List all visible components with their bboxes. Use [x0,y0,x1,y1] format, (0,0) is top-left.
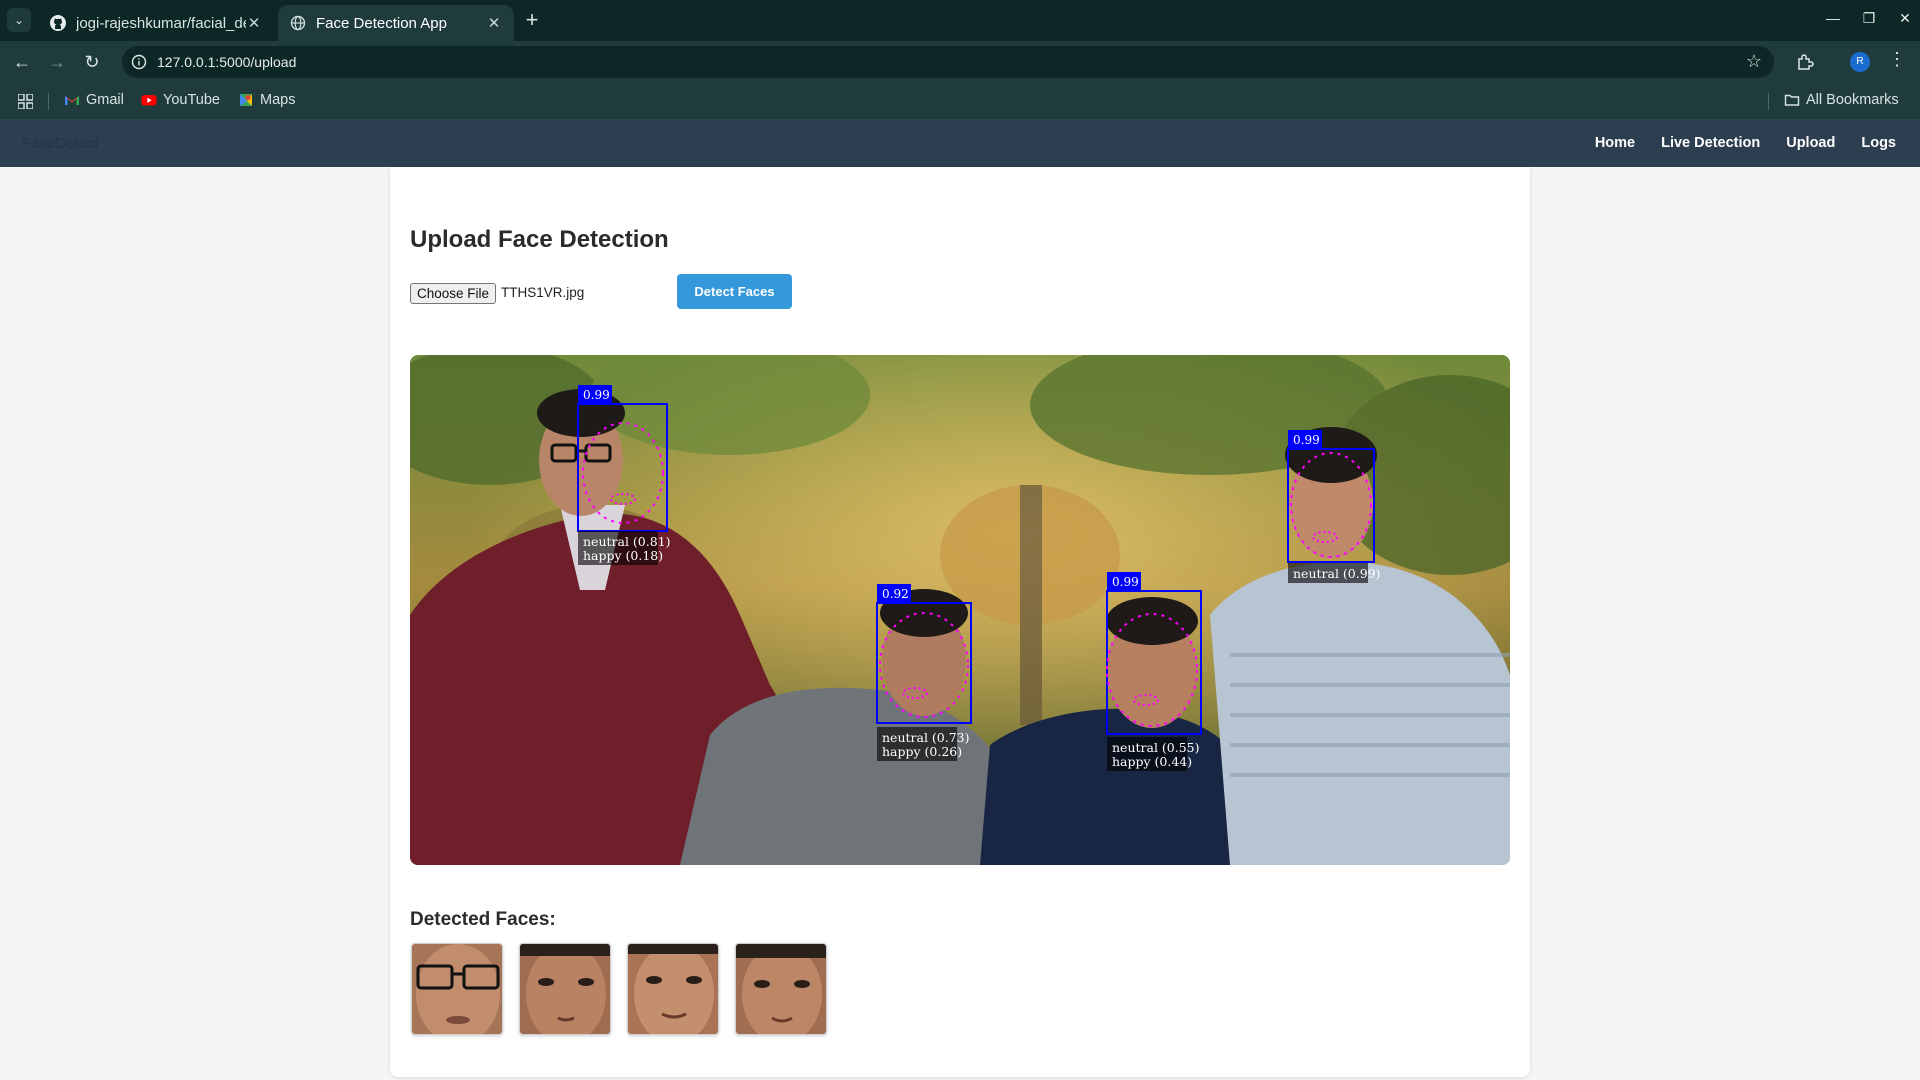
nav-live-detection-link[interactable]: Live Detection [1661,135,1760,151]
url-text: 127.0.0.1:5000/upload [157,54,297,70]
tab-close-icon[interactable]: ✕ [246,14,262,32]
emotion-label: neutral (0.73) [882,730,970,745]
bookmark-label: YouTube [163,92,220,108]
browser-tab-strip: ⌄ jogi-rajeshkumar/facial_detection ✕ Fa… [0,0,1920,41]
detected-faces-heading: Detected Faces: [410,909,556,930]
gmail-icon [65,96,79,105]
detected-faces-thumbnails [411,943,827,1035]
browser-toolbar: ← → ↻ 127.0.0.1:5000/upload ☆ R ⋮ [0,41,1920,83]
face-thumbnail[interactable] [519,943,611,1035]
maps-icon [240,94,252,106]
bookmark-star-icon[interactable]: ☆ [1746,51,1762,72]
face-thumbnail-image [520,944,610,1034]
bookmark-youtube[interactable]: YouTube [141,92,220,108]
face-thumbnail[interactable] [735,943,827,1035]
youtube-icon [141,95,157,106]
nav-links: Home Live Detection Upload Logs [1595,135,1896,151]
bookmarks-bar: Gmail YouTube Maps All Bookmarks [0,83,1920,120]
detection-score-4: 0.99 [1293,433,1320,447]
restore-icon[interactable]: ❐ [1862,10,1876,27]
globe-icon [290,15,306,31]
bookmarks-separator [1768,93,1769,110]
tab-title: Face Detection App [316,14,447,32]
detection-score-2: 0.92 [882,587,909,601]
emotion-label: happy (0.26) [882,744,962,759]
bookmark-label: Maps [260,92,296,108]
all-bookmarks[interactable]: All Bookmarks [1784,92,1899,108]
browser-tab-face-detection[interactable]: Face Detection App ✕ [278,5,514,41]
profile-avatar[interactable]: R [1850,52,1870,72]
window-controls: — ❐ ✕ [1826,10,1912,27]
page-title: Upload Face Detection [410,226,669,253]
extensions-puzzle-icon[interactable] [1796,53,1814,71]
face-thumbnail[interactable] [411,943,503,1035]
browser-tab-github[interactable]: jogi-rajeshkumar/facial_detection ✕ [38,5,274,41]
emotion-label: neutral (0.99) [1293,566,1381,581]
minimize-icon[interactable]: — [1826,10,1840,27]
forward-arrow-icon[interactable]: → [45,50,69,74]
tab-close-icon[interactable]: ✕ [486,14,502,32]
choose-file-button[interactable]: Choose File [410,283,497,304]
person-4-body [1210,561,1510,865]
back-arrow-icon[interactable]: ← [10,50,34,74]
github-icon [50,15,66,31]
detection-result-canvas: 0.99 neutral (0.81) happy (0.18) 0.92 ne… [410,355,1510,865]
detection-result-image: 0.99 neutral (0.81) happy (0.18) 0.92 ne… [410,355,1510,865]
emotion-label: neutral (0.81) [583,534,671,549]
bookmark-gmail[interactable]: Gmail [64,92,124,108]
browser-menu-icon[interactable]: ⋮ [1888,49,1906,70]
face-thumbnail-image [736,944,826,1034]
detect-faces-button[interactable]: Detect Faces [677,274,792,309]
new-tab-plus-icon[interactable]: + [520,9,544,33]
emotion-label: neutral (0.55) [1112,740,1200,755]
face-thumbnail-image [412,944,502,1034]
nav-upload-link[interactable]: Upload [1786,135,1835,151]
address-bar[interactable]: 127.0.0.1:5000/upload ☆ [122,46,1774,78]
all-bookmarks-label: All Bookmarks [1806,92,1899,108]
reload-icon[interactable]: ↻ [80,50,104,74]
tab-title: jogi-rajeshkumar/facial_detection [76,14,246,32]
face-thumbnail-image [628,944,718,1034]
app-navbar: FaceDetect Home Live Detection Upload Lo… [0,120,1920,167]
face-thumbnail[interactable] [627,943,719,1035]
tab-search-chevron-icon[interactable]: ⌄ [7,8,31,32]
brand-logo[interactable]: FaceDetect [22,135,99,152]
detection-score-3: 0.99 [1112,575,1139,589]
apps-grid-icon[interactable] [18,94,33,109]
upload-card: Upload Face Detection Choose File TTHS1V… [390,167,1530,1077]
folder-icon [1784,94,1800,106]
bookmark-maps[interactable]: Maps [238,92,295,108]
nav-home-link[interactable]: Home [1595,135,1635,151]
site-info-icon[interactable] [131,54,147,70]
bookmark-label: Gmail [86,92,124,108]
detection-score-1: 0.99 [583,388,610,402]
nav-logs-link[interactable]: Logs [1861,135,1896,151]
selected-file-name: TTHS1VR.jpg [501,285,585,300]
emotion-label: happy (0.18) [583,548,663,563]
close-window-icon[interactable]: ✕ [1898,10,1912,27]
bookmarks-separator [48,93,49,110]
emotion-label: happy (0.44) [1112,754,1192,769]
